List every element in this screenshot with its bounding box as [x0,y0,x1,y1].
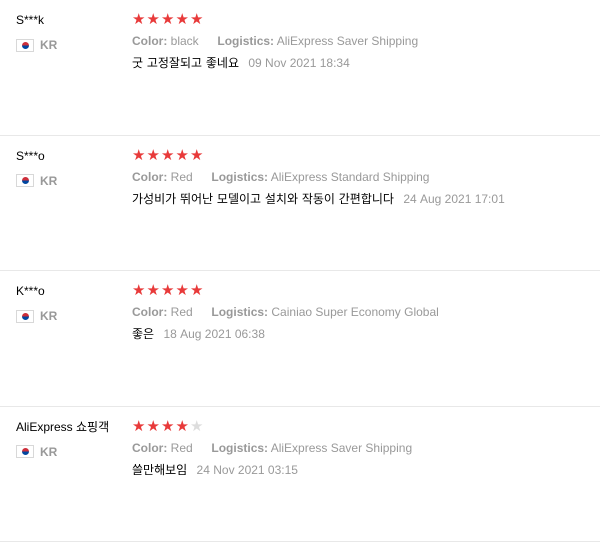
star-rating: ★ ★ ★ ★ ★ [132,417,590,435]
star-filled-icon: ★ [190,145,204,164]
review-feedback: 굿 고정잘되고 좋네요 09 Nov 2021 18:34 [132,55,590,71]
review-attributes: Color: black Logistics: AliExpress Saver… [132,33,590,49]
korea-flag-icon [16,445,34,458]
star-filled-icon: ★ [146,416,160,435]
star-filled-icon: ★ [161,10,175,28]
review-feedback: 쓸만해보임 24 Nov 2021 03:15 [132,462,590,478]
review-date: 24 Aug 2021 17:01 [403,191,505,206]
review-content: ★ ★ ★ ★ ★ Color: Red Logistics: AliExpress S… [132,417,590,478]
reviewer-name: S***o [16,148,45,163]
reviewer-country: KR [16,174,126,188]
review-item: AliExpress 쇼핑객 KR ★ ★ ★ ★ ★ Color: Red Logis… [0,407,600,542]
logistics-value: AliExpress Saver Shipping [276,34,419,48]
review-feedback: 가성비가 뛰어난 모델이고 설치와 작동이 간편합니다 24 Aug 2021 … [132,191,590,207]
star-filled-icon: ★ [132,281,146,299]
star-filled-icon: ★ [161,145,175,164]
review-content: ★ ★ ★ ★ ★ Color: Red Logistics: AliExpress S… [132,146,590,207]
country-code: KR [40,173,58,188]
star-filled-icon: ★ [146,281,160,299]
reviewer-country: KR [16,309,126,323]
review-date: 24 Nov 2021 03:15 [196,462,298,477]
korea-flag-icon [16,38,34,52]
color-value: Red [170,169,193,184]
review-attributes: Color: Red Logistics: AliExpress Saver S… [132,440,590,456]
star-rating: ★ ★ ★ ★ ★ [132,146,590,164]
star-filled-icon: ★ [146,10,160,28]
review-content: ★ ★ ★ ★ ★ Color: black Logistics: AliExpress… [132,10,590,71]
reviewer-country: KR [16,445,126,459]
star-filled-icon: ★ [190,281,204,299]
country-code: KR [40,38,58,52]
review-text: 쓸만해보임 [132,462,188,477]
logistics-label: Logistics: [211,440,269,455]
review-content: ★ ★ ★ ★ ★ Color: Red Logistics: Cainiao Supe… [132,281,590,342]
country-code: KR [40,309,58,323]
star-filled-icon: ★ [175,145,189,164]
review-feedback: 좋은 18 Aug 2021 06:38 [132,326,590,342]
star-filled-icon: ★ [132,145,146,164]
reviewer-name: K***o [16,284,45,298]
review-attributes: Color: Red Logistics: AliExpress Standar… [132,169,590,185]
korea-flag-icon [16,174,34,187]
reviewer-country: KR [16,38,126,52]
review-text: 좋은 [132,327,155,341]
star-filled-icon: ★ [161,416,175,435]
star-filled-icon: ★ [175,416,189,435]
star-empty-icon: ★ [190,416,204,435]
logistics-label: Logistics: [217,34,275,48]
review-list: S***k KR ★ ★ ★ ★ ★ Color: black Logistics: A… [0,0,600,542]
reviewer-info: S***k KR [16,12,126,52]
color-label: Color: [132,440,168,455]
star-filled-icon: ★ [146,145,160,164]
korea-flag-icon [16,309,34,323]
logistics-label: Logistics: [211,169,269,184]
star-filled-icon: ★ [132,10,146,28]
review-date: 18 Aug 2021 06:38 [163,327,265,341]
color-label: Color: [132,34,168,48]
reviewer-name: AliExpress 쇼핑객 [16,419,110,434]
review-item: S***k KR ★ ★ ★ ★ ★ Color: black Logistics: A… [0,0,600,136]
review-date: 09 Nov 2021 18:34 [248,56,350,70]
logistics-value: AliExpress Standard Shipping [270,169,430,184]
logistics-value: Cainiao Super Economy Global [271,305,439,319]
reviewer-name: S***k [16,13,45,27]
review-text: 가성비가 뛰어난 모델이고 설치와 작동이 간편합니다 [132,191,394,206]
reviewer-info: S***o KR [16,148,126,188]
color-value: black [170,34,199,48]
logistics-value: AliExpress Saver Shipping [270,440,413,455]
reviewer-info: K***o KR [16,283,126,323]
logistics-label: Logistics: [211,305,269,319]
review-attributes: Color: Red Logistics: Cainiao Super Econ… [132,304,590,320]
star-rating: ★ ★ ★ ★ ★ [132,281,590,299]
color-value: Red [170,440,193,455]
country-code: KR [40,444,58,459]
review-item: K***o KR ★ ★ ★ ★ ★ Color: Red Logistics: Cai… [0,271,600,407]
star-filled-icon: ★ [190,10,204,28]
color-label: Color: [132,305,168,319]
star-filled-icon: ★ [175,10,189,28]
review-item: S***o KR ★ ★ ★ ★ ★ Color: Red Logistics: Ali… [0,136,600,271]
reviewer-info: AliExpress 쇼핑객 KR [16,419,126,459]
star-rating: ★ ★ ★ ★ ★ [132,10,590,28]
star-filled-icon: ★ [132,416,146,435]
star-filled-icon: ★ [175,281,189,299]
review-text: 굿 고정잘되고 좋네요 [132,56,239,70]
color-label: Color: [132,169,168,184]
star-filled-icon: ★ [161,281,175,299]
color-value: Red [170,305,193,319]
